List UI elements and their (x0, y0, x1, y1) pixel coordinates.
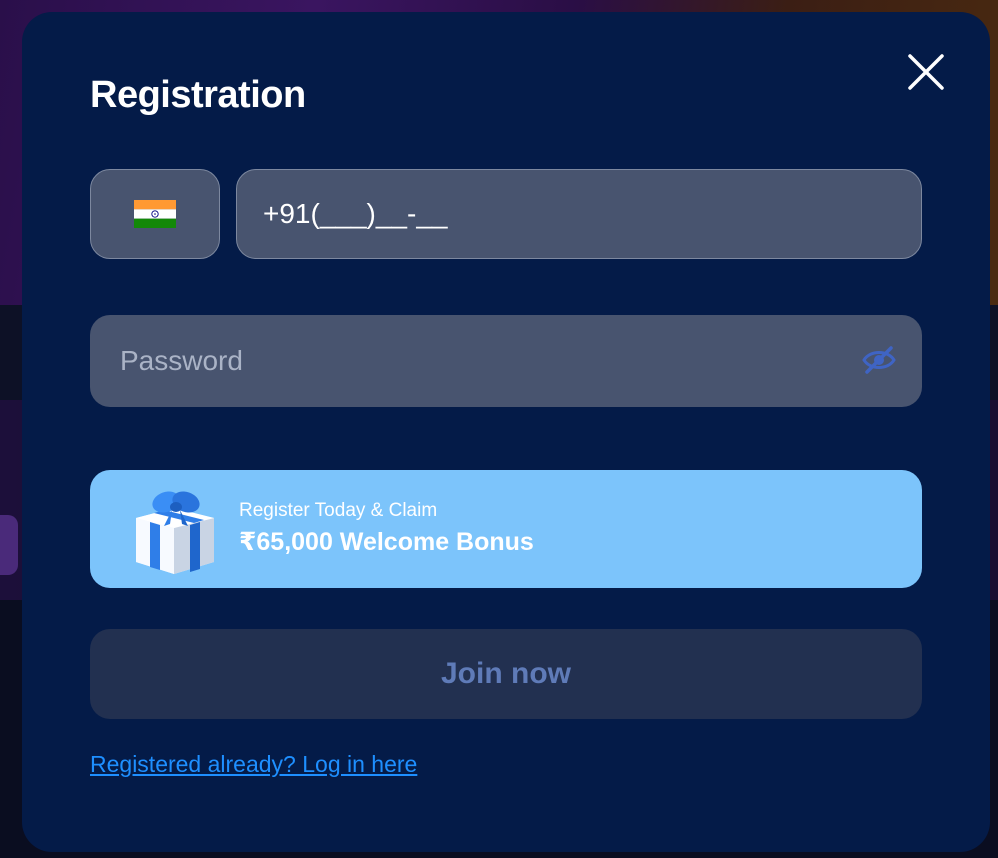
modal-title: Registration (90, 74, 306, 116)
bonus-subtitle: Register Today & Claim (239, 500, 438, 521)
phone-input[interactable]: +91(___)__-__ (236, 169, 922, 259)
close-button[interactable] (906, 52, 946, 92)
welcome-bonus-banner[interactable]: Register Today & Claim ₹65,000 Welcome B… (90, 470, 922, 588)
password-field[interactable] (90, 315, 922, 407)
eye-slash-icon[interactable] (862, 345, 896, 375)
close-icon (908, 54, 944, 90)
phone-mask-value: +91(___)__-__ (263, 198, 448, 229)
join-now-button[interactable]: Join now (90, 629, 922, 719)
india-flag-icon (134, 200, 176, 228)
password-input[interactable] (118, 344, 822, 378)
gift-icon (136, 491, 214, 574)
bonus-amount: ₹65,000 Welcome Bonus (239, 528, 534, 556)
background-decoration (0, 515, 18, 575)
country-code-select[interactable] (90, 169, 220, 259)
registration-modal: Registration +91(___)__-__ Register Toda… (22, 12, 990, 852)
login-link[interactable]: Registered already? Log in here (90, 751, 417, 778)
